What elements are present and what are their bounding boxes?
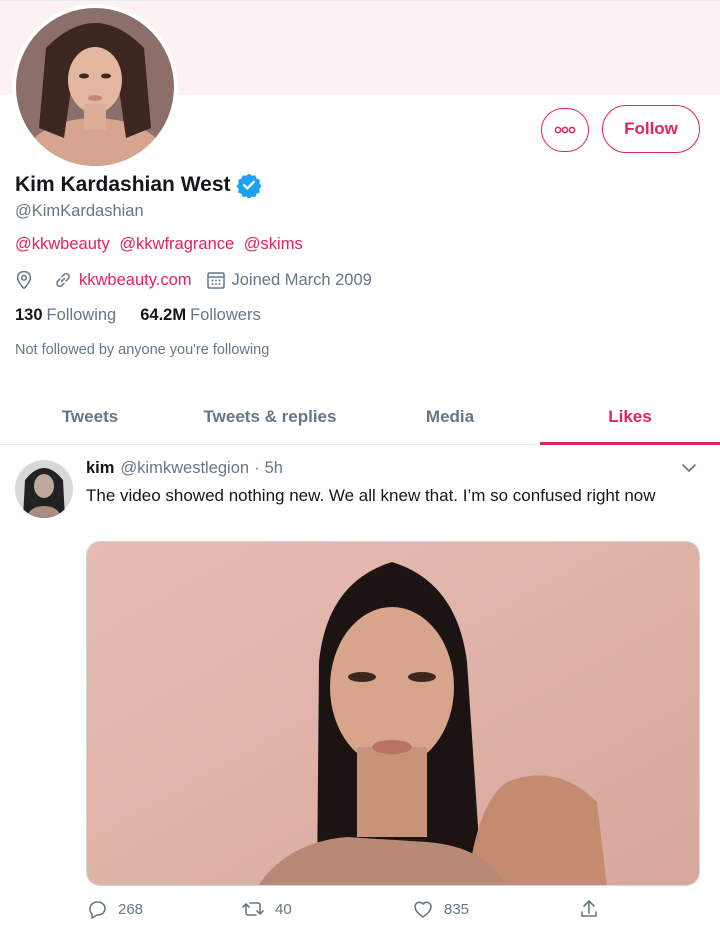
profile-meta: kkwbeauty.com Joined March 2009 xyxy=(15,270,386,290)
tweet-timestamp[interactable]: 5h xyxy=(265,459,283,478)
profile-avatar[interactable] xyxy=(12,4,178,170)
retweet-icon xyxy=(242,902,264,916)
tweet-actions: 268 40 835 xyxy=(86,898,700,928)
website-link[interactable]: kkwbeauty.com xyxy=(79,271,192,290)
tweet-item[interactable]: kim @kimkwestlegion · 5h The video showe… xyxy=(0,446,720,933)
reply-button[interactable]: 268 xyxy=(86,898,143,920)
heart-icon xyxy=(414,901,432,918)
link-icon xyxy=(56,272,70,288)
followers-stat[interactable]: 64.2M Followers xyxy=(140,306,260,325)
profile-handle: @KimKardashian xyxy=(15,202,144,220)
joined-date: Joined March 2009 xyxy=(231,270,372,289)
bio-mention-skims[interactable]: @skims xyxy=(244,235,303,253)
tab-tweets-replies[interactable]: Tweets & replies xyxy=(180,390,360,444)
following-stat[interactable]: 130 Following xyxy=(15,306,116,325)
more-options-button[interactable] xyxy=(541,108,589,152)
more-icon xyxy=(554,126,576,134)
retweet-button[interactable]: 40 xyxy=(241,898,292,920)
location-icon xyxy=(16,270,32,290)
tweet-author-name[interactable]: kim xyxy=(86,459,114,478)
joined-item: Joined March 2009 xyxy=(206,270,372,290)
tweet-avatar[interactable] xyxy=(15,460,73,518)
display-name: Kim Kardashian West xyxy=(15,173,231,196)
like-button[interactable]: 835 xyxy=(412,898,469,920)
tweet-author-handle[interactable]: @kimkwestlegion xyxy=(120,459,249,478)
profile-stats: 130 Following 64.2M Followers xyxy=(15,306,285,325)
tab-tweets[interactable]: Tweets xyxy=(0,390,180,444)
tab-media[interactable]: Media xyxy=(360,390,540,444)
share-icon xyxy=(581,900,597,917)
tweet-header: kim @kimkwestlegion · 5h xyxy=(86,459,283,478)
tweet-text: The video showed nothing new. We all kne… xyxy=(86,486,656,505)
location-item xyxy=(15,270,39,290)
profile-name-row: Kim Kardashian West xyxy=(15,172,262,198)
bio-mention-kkwbeauty[interactable]: @kkwbeauty xyxy=(15,235,110,253)
reply-count: 268 xyxy=(118,900,144,918)
website-item[interactable]: kkwbeauty.com xyxy=(53,270,192,290)
tweet-separator: · xyxy=(254,459,260,477)
bio-mention-kkwfragrance[interactable]: @kkwfragrance xyxy=(119,235,234,253)
chevron-down-icon[interactable] xyxy=(680,462,698,474)
retweet-count: 40 xyxy=(275,900,292,918)
tab-likes[interactable]: Likes xyxy=(540,390,720,445)
share-button[interactable] xyxy=(578,898,610,920)
verified-badge-icon xyxy=(235,173,262,198)
profile-tabs: Tweets Tweets & replies Media Likes xyxy=(0,390,720,445)
like-count: 835 xyxy=(444,900,470,918)
profile-bio: @kkwbeauty @kkwfragrance @skims xyxy=(15,235,308,254)
follow-button[interactable]: Follow xyxy=(602,105,700,153)
calendar-icon xyxy=(206,272,225,289)
not-followed-note: Not followed by anyone you're following xyxy=(15,342,270,358)
tweet-media[interactable] xyxy=(86,541,700,886)
reply-icon xyxy=(89,901,106,919)
